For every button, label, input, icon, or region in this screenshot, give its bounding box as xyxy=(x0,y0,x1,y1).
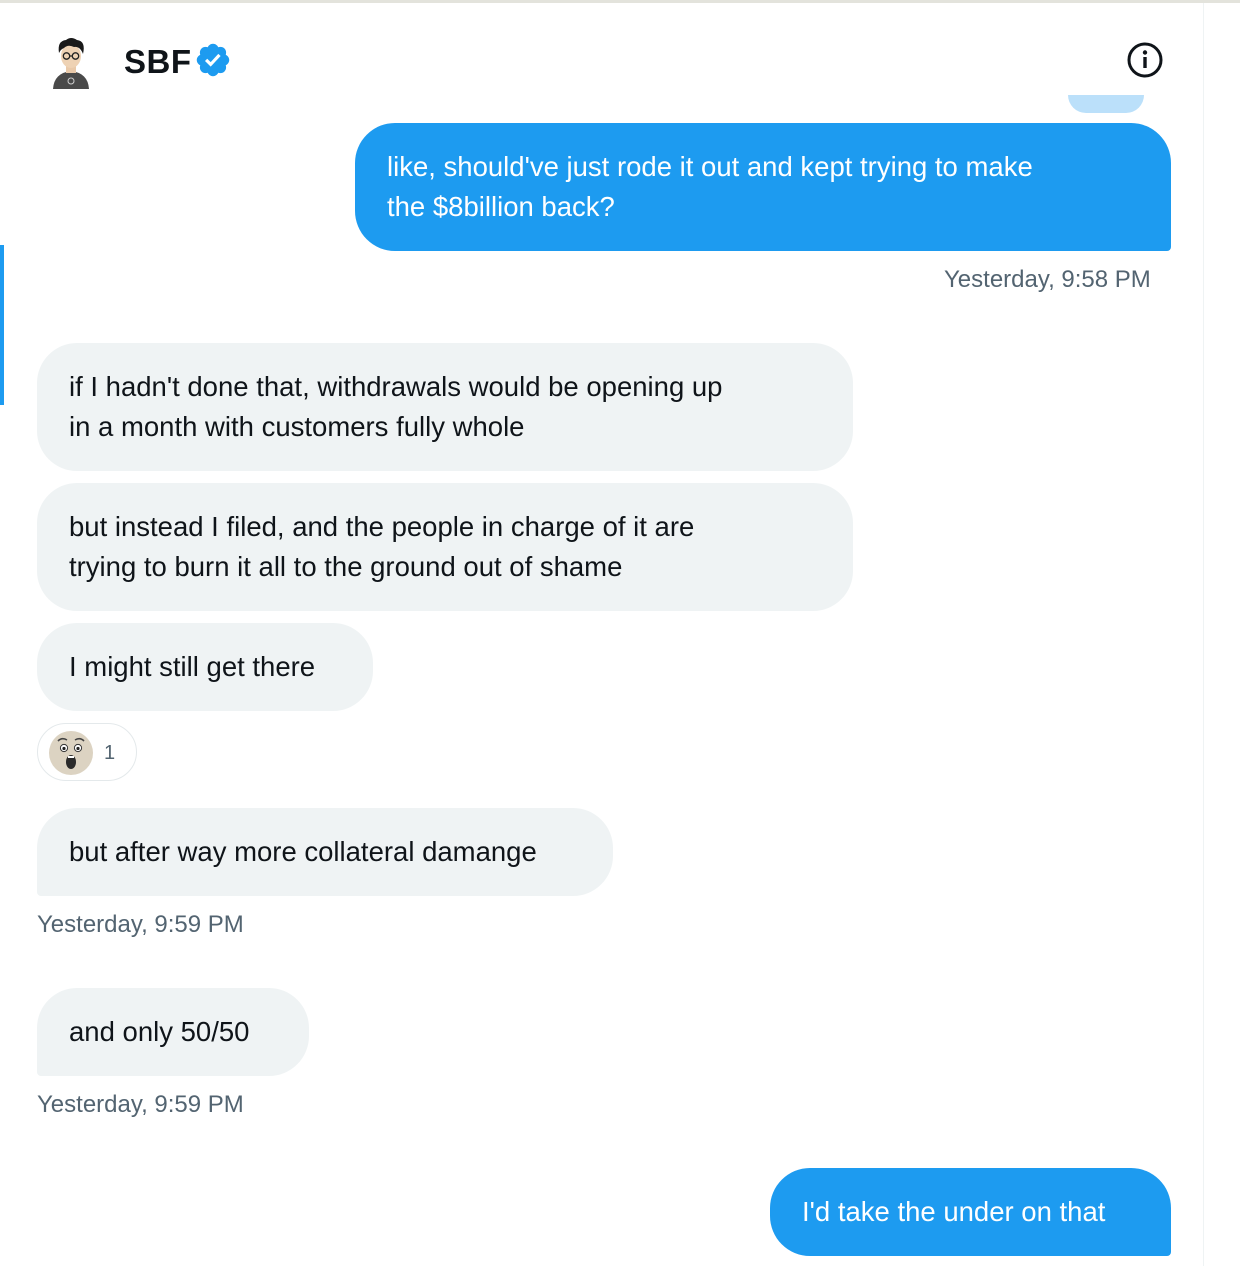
message-text-line: but instead I filed, and the people in c… xyxy=(69,511,695,542)
message-text: I might still get there xyxy=(69,651,316,682)
conversation-header: SBF xyxy=(0,3,1203,113)
active-indicator xyxy=(0,245,4,405)
message-bubble-sent[interactable]: like, should've just rode it out and kep… xyxy=(355,123,1171,251)
avatar[interactable] xyxy=(44,35,98,89)
shocked-face-emoji-icon xyxy=(49,731,93,775)
message-text-line: trying to burn it all to the ground out … xyxy=(69,551,623,582)
message-bubble-received[interactable]: but instead I filed, and the people in c… xyxy=(37,483,853,611)
dm-conversation: SBF like, should've just rode it out and… xyxy=(0,0,1240,1266)
message-text: I'd take the under on that xyxy=(802,1196,1106,1227)
info-icon xyxy=(1127,42,1163,78)
verified-badge-icon xyxy=(194,41,232,79)
message-timestamp: Yesterday, 9:59 PM xyxy=(37,1091,244,1118)
message-bubble-received[interactable]: but after way more collateral damange xyxy=(37,808,613,896)
info-button[interactable] xyxy=(1124,39,1166,81)
message-bubble-received[interactable]: and only 50/50 xyxy=(37,988,309,1076)
message-bubble-received[interactable]: if I hadn't done that, withdrawals would… xyxy=(37,343,853,471)
message-text: but after way more collateral damange xyxy=(69,836,537,867)
message-timestamp: Yesterday, 9:58 PM xyxy=(944,266,1151,293)
message-text-line: the $8billion back? xyxy=(387,191,615,222)
message-text-line: if I hadn't done that, withdrawals would… xyxy=(69,371,723,402)
message-bubble-sent[interactable]: I'd take the under on that xyxy=(770,1168,1171,1256)
reaction-chip[interactable]: 1 xyxy=(37,723,137,781)
right-divider xyxy=(1203,3,1204,1266)
reaction-count: 1 xyxy=(104,742,116,764)
contact-name[interactable]: SBF xyxy=(124,43,192,81)
message-bubble-received[interactable]: I might still get there xyxy=(37,623,373,711)
message-text-line: like, should've just rode it out and kep… xyxy=(387,151,1033,182)
message-timestamp: Yesterday, 9:59 PM xyxy=(37,911,244,938)
message-text: and only 50/50 xyxy=(69,1016,250,1047)
previous-message-edge xyxy=(1068,95,1144,113)
message-text-line: in a month with customers fully whole xyxy=(69,411,525,442)
avatar-icon xyxy=(44,35,98,89)
